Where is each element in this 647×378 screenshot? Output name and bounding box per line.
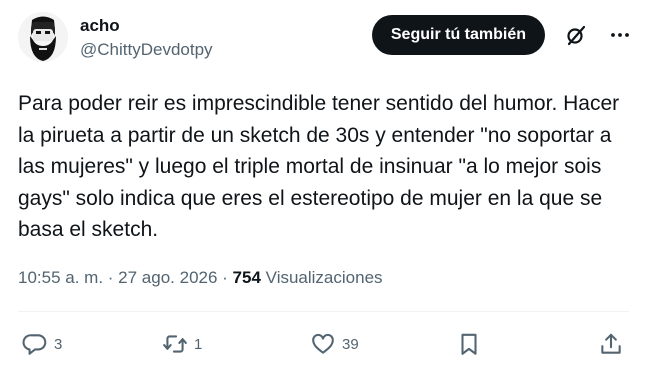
heart-icon [312,333,334,354]
more-options-icon[interactable] [609,24,631,46]
like-button[interactable]: 39 [310,326,359,362]
retweet-count: 1 [194,335,203,353]
share-icon [601,333,621,354]
action-bar: 3 1 39 [18,326,629,362]
retweet-button[interactable]: 1 [162,326,202,362]
reply-count: 3 [54,335,63,353]
reply-icon [22,334,47,355]
display-name[interactable]: acho [80,15,213,37]
reply-button[interactable]: 3 [22,326,62,362]
bearded-man-avatar-icon [18,12,68,62]
tweet-text: Para poder reir es imprescindible tener … [18,92,625,241]
tweet-time[interactable]: 10:55 a. m. [18,268,103,287]
bookmark-button[interactable] [456,326,482,362]
views-label: Visualizaciones [265,268,383,287]
follow-button[interactable]: Seguir tú también [371,15,545,55]
avatar[interactable] [18,12,68,62]
bookmark-icon [461,333,477,355]
author-names: acho @ChittyDevdotpy [80,15,213,62]
tweet-date[interactable]: 27 ago. 2026 [118,268,217,287]
divider [18,311,629,312]
retweet-icon [163,335,187,353]
views-count: 754 [232,268,261,287]
user-handle[interactable]: @ChittyDevdotpy [80,38,213,62]
grok-icon[interactable] [565,24,587,46]
like-count: 39 [342,335,359,353]
share-button[interactable] [598,326,624,362]
tweet-meta: 10:55 a. m. · 27 ago. 2026 · 754 Visuali… [18,268,383,287]
tweet-header: acho @ChittyDevdotpy Seguir tú también [18,12,631,68]
